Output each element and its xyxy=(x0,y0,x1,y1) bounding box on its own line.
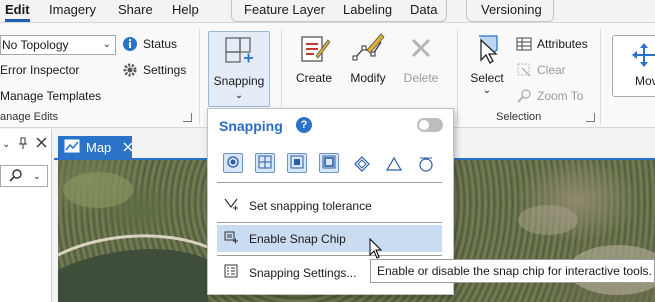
create-icon xyxy=(297,31,331,65)
snapping-toggle[interactable] xyxy=(417,118,443,132)
chevron-down-icon[interactable]: ⌄ xyxy=(2,139,10,150)
status-label: Status xyxy=(143,37,178,51)
chevron-down-icon: ⌄ xyxy=(482,85,492,96)
manage-templates-button[interactable]: Manage Templates xyxy=(0,86,101,106)
snapping-settings-icon xyxy=(223,263,239,282)
tab-edit[interactable]: Edit xyxy=(5,0,30,22)
snap-vertex-button[interactable] xyxy=(287,153,307,173)
tab-map[interactable]: Map xyxy=(58,136,133,158)
ribbon-tab-bar: Edit Imagery Share Help Feature Layer La… xyxy=(0,0,655,22)
move-icon xyxy=(631,42,655,71)
manage-templates-label: Manage Templates xyxy=(0,89,102,103)
settings-label: Settings xyxy=(143,63,187,77)
help-icon[interactable]: ? xyxy=(296,117,312,133)
select-icon xyxy=(470,31,504,65)
selection-group-label: Selection xyxy=(496,111,542,123)
chevron-down-icon: ⌄ xyxy=(234,90,244,101)
attributes-button[interactable]: Attributes xyxy=(516,34,588,54)
snap-point-button[interactable] xyxy=(223,153,243,173)
clear-selection-icon xyxy=(516,62,532,78)
zoom-to-button[interactable]: Zoom To xyxy=(516,86,583,106)
tab-feature-layer[interactable]: Feature Layer xyxy=(244,0,325,20)
chevron-down-icon: ⌄ xyxy=(102,39,111,50)
manage-edits-group-label: anage Edits xyxy=(0,111,59,123)
snap-vertex-icon xyxy=(290,155,304,172)
snap-tangent-icon[interactable] xyxy=(418,156,434,175)
set-snapping-tolerance-label: Set snapping tolerance xyxy=(249,198,372,213)
enable-snap-chip-label: Enable Snap Chip xyxy=(249,231,346,246)
move-label: Mov xyxy=(635,74,655,88)
topology-select[interactable]: No Topology ⌄ xyxy=(0,35,116,55)
pane-header: ⌄ xyxy=(0,129,51,159)
map-icon xyxy=(64,139,80,156)
snap-edge-icon xyxy=(322,155,336,172)
create-label: Create xyxy=(295,71,333,85)
menu-divider xyxy=(217,182,442,183)
snapping-button[interactable]: Snapping ⌄ xyxy=(208,31,270,107)
status-icon xyxy=(122,36,138,52)
gear-icon xyxy=(122,62,138,78)
manage-edits-launcher-icon[interactable] xyxy=(183,113,192,122)
clear-label: Clear xyxy=(537,63,566,77)
close-icon[interactable] xyxy=(36,137,47,151)
selection-launcher-icon[interactable] xyxy=(586,113,595,122)
zoom-to-label: Zoom To xyxy=(537,89,584,103)
snap-point-icon xyxy=(226,155,240,172)
error-inspector-button[interactable]: Error Inspector xyxy=(0,60,79,80)
snap-chip-icon xyxy=(223,229,239,248)
settings-button[interactable]: Settings xyxy=(122,60,186,80)
snap-edge-button[interactable] xyxy=(319,153,339,173)
menu-divider xyxy=(217,255,442,256)
tab-versioning[interactable]: Versioning xyxy=(481,0,542,20)
set-snapping-tolerance-item[interactable]: Set snapping tolerance xyxy=(217,192,442,219)
map-tab-label: Map xyxy=(86,139,112,155)
search-icon xyxy=(9,168,23,185)
tooltip: Enable or disable the snap chip for inte… xyxy=(370,259,655,283)
snap-end-icon xyxy=(258,155,272,172)
snapping-label: Snapping xyxy=(213,74,265,88)
clear-button[interactable]: Clear xyxy=(516,60,566,80)
tab-share[interactable]: Share xyxy=(118,0,153,20)
search-input[interactable]: ⌄ xyxy=(0,165,48,187)
modify-label: Modify xyxy=(350,71,386,85)
status-button[interactable]: Status xyxy=(122,34,177,54)
snap-midpoint-icon[interactable] xyxy=(354,156,370,175)
move-button[interactable]: Mov xyxy=(612,35,655,97)
enable-snap-chip-item[interactable]: Enable Snap Chip xyxy=(217,225,442,252)
menu-divider xyxy=(217,222,442,223)
zoom-to-icon xyxy=(516,88,532,104)
ribbon-divider xyxy=(600,29,601,125)
tolerance-icon xyxy=(223,196,239,215)
attributes-label: Attributes xyxy=(537,37,588,51)
ribbon-divider xyxy=(457,29,458,125)
snapping-settings-label: Snapping Settings... xyxy=(249,265,357,280)
tab-imagery[interactable]: Imagery xyxy=(49,0,96,20)
snapping-menu-title: Snapping xyxy=(219,118,283,134)
close-icon[interactable] xyxy=(123,140,133,155)
tab-data[interactable]: Data xyxy=(410,0,437,20)
snap-end-button[interactable] xyxy=(255,153,275,173)
table-icon xyxy=(516,36,532,52)
topology-select-value: No Topology xyxy=(2,38,69,52)
select-button[interactable]: Select ⌄ xyxy=(466,31,508,96)
error-inspector-label: Error Inspector xyxy=(0,63,80,77)
contents-pane: ⌄ ⌄ xyxy=(0,129,52,302)
delete-label: Delete xyxy=(403,71,439,85)
modify-icon xyxy=(351,31,385,65)
ribbon-divider xyxy=(199,29,200,125)
create-button[interactable]: Create xyxy=(294,31,334,85)
snapping-icon xyxy=(222,34,256,68)
snap-intersection-icon[interactable] xyxy=(385,156,403,175)
select-label: Select xyxy=(470,71,504,85)
delete-button[interactable]: Delete xyxy=(401,31,441,85)
tab-help[interactable]: Help xyxy=(172,0,199,20)
delete-icon xyxy=(404,31,438,65)
modify-button[interactable]: Modify xyxy=(346,31,390,85)
pin-icon[interactable] xyxy=(18,137,28,152)
tab-labeling[interactable]: Labeling xyxy=(343,0,392,20)
chevron-down-icon[interactable]: ⌄ xyxy=(33,171,41,182)
